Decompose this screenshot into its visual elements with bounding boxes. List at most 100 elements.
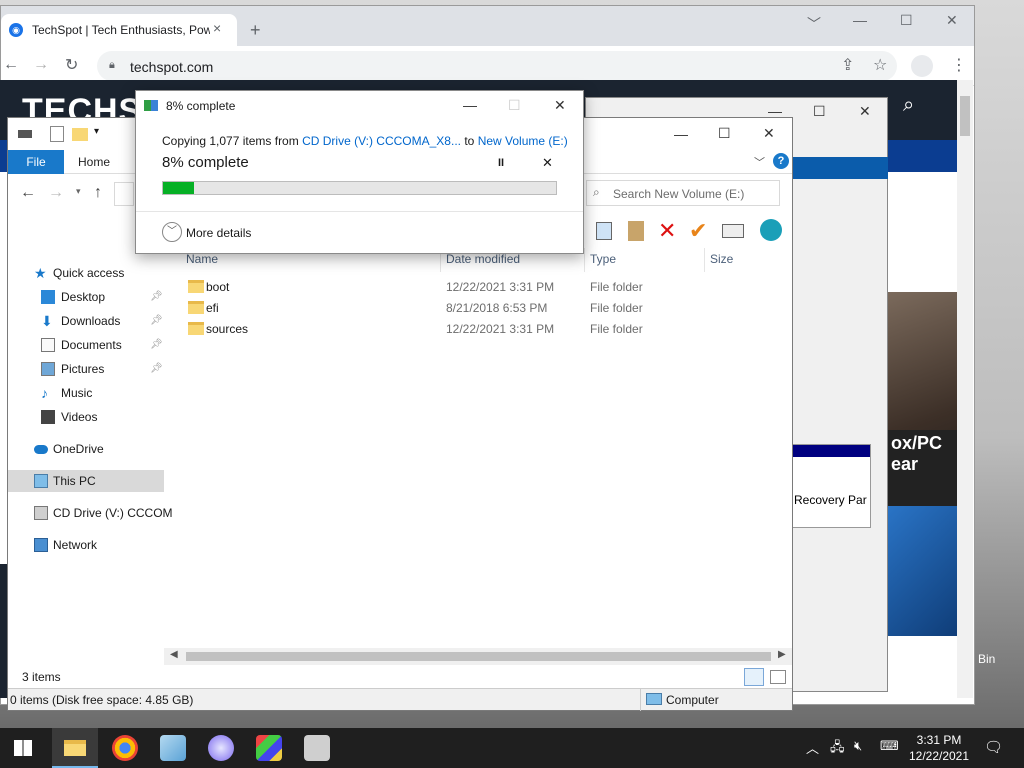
tab-search-icon[interactable]: ﹀ (807, 14, 821, 34)
source-link[interactable]: CD Drive (V:) CCCOMA_X8... (302, 134, 461, 148)
nav-cd-drive[interactable]: CD Drive (V:) CCCOM (8, 502, 173, 524)
address-bar[interactable]: 🔒︎ techspot.com (97, 51, 897, 81)
stop-button[interactable]: ✕ (542, 155, 553, 171)
mail-icon[interactable] (722, 224, 744, 238)
search-input[interactable]: ⌕ Search New Volume (E:) (586, 180, 780, 206)
column-header-date[interactable]: Date modified (446, 252, 520, 266)
start-icon[interactable] (14, 740, 32, 756)
nav-this-pc[interactable]: This PC (8, 470, 164, 492)
table-row[interactable]: boot 12/22/2021 3:31 PM File folder (184, 277, 784, 298)
table-row[interactable]: sources 12/22/2021 3:31 PM File folder (184, 319, 784, 340)
chrome-icon[interactable] (112, 735, 138, 761)
destination-link[interactable]: New Volume (E:) (478, 134, 568, 148)
nav-music[interactable]: ♪ Music (8, 382, 164, 404)
windows-setup-icon[interactable] (256, 735, 282, 761)
browser-tab[interactable]: ◉ TechSpot | Tech Enthusiasts, Pow × (1, 14, 237, 46)
help-icon[interactable]: ? (773, 153, 789, 169)
quick-access-dropdown-icon[interactable]: ▾ (94, 126, 99, 137)
show-hidden-icons-icon[interactable]: ︿ (806, 738, 819, 757)
pin-icon[interactable]: 📌︎ (150, 334, 163, 356)
settings-icon[interactable] (208, 735, 234, 761)
chevron-down-icon[interactable]: ﹀ (162, 222, 182, 242)
bg-maximize-button[interactable]: ☐ (813, 103, 826, 120)
nav-desktop[interactable]: Desktop 📌︎ (8, 286, 164, 308)
explorer-back-icon[interactable]: ← (20, 184, 36, 202)
volume-muted-icon[interactable]: 🔇︎ (854, 738, 862, 754)
page-scrollbar-thumb[interactable] (960, 96, 970, 136)
tab-file[interactable]: File (8, 150, 64, 174)
profile-avatar-icon[interactable] (911, 55, 933, 77)
recovery-partition-box[interactable]: Recovery Par (791, 444, 871, 528)
up-icon[interactable]: ↑ (94, 184, 102, 202)
pause-button[interactable]: II (498, 157, 504, 169)
page-scrollbar[interactable] (957, 80, 973, 698)
drive-icon (18, 130, 32, 138)
new-tab-button[interactable]: + (250, 20, 261, 41)
reload-icon[interactable]: ↻ (65, 55, 78, 75)
explorer-close-button[interactable]: ✕ (763, 125, 775, 142)
nav-onedrive[interactable]: OneDrive (8, 438, 164, 460)
pin-icon[interactable]: 📌︎ (150, 286, 163, 308)
tab-home[interactable]: Home (78, 155, 110, 169)
nav-documents[interactable]: Documents 📌︎ (8, 334, 164, 356)
menu-kebab-icon[interactable]: ⋮ (951, 55, 967, 75)
article-image-2[interactable] (888, 506, 957, 636)
delete-icon[interactable]: ✕ (658, 218, 676, 244)
explorer-maximize-button[interactable]: ☐ (718, 125, 731, 142)
ribbon-expand-icon[interactable]: ﹀ (754, 154, 765, 170)
close-button[interactable]: ✕ (946, 12, 958, 29)
bookmark-star-icon[interactable]: ☆ (873, 55, 887, 75)
keyboard-icon[interactable]: ⌨︎ (880, 738, 899, 754)
drive-app-icon[interactable] (304, 735, 330, 761)
column-divider[interactable] (584, 248, 585, 272)
maximize-button[interactable]: ☐ (900, 12, 913, 29)
notifications-icon[interactable]: 🗨︎ (984, 738, 1003, 756)
recent-locations-icon[interactable]: ▾ (76, 186, 81, 197)
bg-close-button[interactable]: ✕ (859, 103, 871, 120)
more-details-button[interactable]: More details (186, 226, 251, 240)
forward-icon[interactable]: → (33, 56, 49, 74)
minimize-button[interactable]: — (853, 12, 867, 28)
dialog-close-button[interactable]: ✕ (554, 97, 566, 114)
nav-network[interactable]: Network (8, 534, 164, 556)
site-search-icon[interactable]: ⌕ (903, 94, 914, 117)
nav-pictures[interactable]: Pictures 📌︎ (8, 358, 164, 380)
nav-quick-access[interactable]: ★ Quick access (8, 262, 164, 284)
globe-icon[interactable] (760, 219, 782, 241)
tab-close-icon[interactable]: × (213, 20, 221, 36)
table-row[interactable]: efi 8/21/2018 6:53 PM File folder (184, 298, 784, 319)
new-folder-icon[interactable] (72, 128, 88, 141)
properties-icon[interactable] (50, 126, 64, 142)
explorer-minimize-button[interactable]: — (674, 126, 688, 142)
nav-downloads[interactable]: ⬇ Downloads 📌︎ (8, 310, 164, 332)
system-clock[interactable]: 3:31 PM 12/22/2021 (906, 732, 972, 764)
large-icons-view-icon[interactable] (770, 670, 786, 684)
scroll-left-icon[interactable]: ◀ (170, 649, 178, 660)
column-divider[interactable] (704, 248, 705, 272)
dialog-minimize-button[interactable]: — (463, 97, 477, 113)
column-header-name[interactable]: Name (186, 252, 218, 266)
app-icon[interactable] (160, 735, 186, 761)
copy-icon[interactable] (596, 222, 612, 240)
lock-icon[interactable]: 🔒︎ (109, 59, 115, 72)
horizontal-scrollbar[interactable]: ◀ ▶ (164, 648, 792, 665)
pin-icon[interactable]: 📌︎ (150, 358, 163, 380)
article-headline-2[interactable]: D, who (888, 646, 947, 667)
checkmark-icon[interactable]: ✔ (689, 218, 707, 244)
scroll-right-icon[interactable]: ▶ (778, 649, 786, 660)
taskbar-explorer-button[interactable] (52, 728, 98, 768)
pin-icon[interactable]: 📌︎ (150, 310, 163, 332)
explorer-forward-icon[interactable]: → (48, 184, 64, 202)
address-input[interactable] (114, 182, 134, 206)
column-header-type[interactable]: Type (590, 252, 616, 266)
column-header-size[interactable]: Size (710, 252, 733, 266)
network-tray-icon[interactable]: 🖧︎ (830, 738, 845, 760)
share-icon[interactable]: ⇪ (841, 55, 854, 75)
details-view-icon[interactable] (744, 668, 764, 686)
back-icon[interactable]: ← (3, 56, 19, 74)
paste-icon[interactable] (628, 221, 644, 241)
article-headline[interactable]: ox/PC ear (888, 430, 957, 506)
horizontal-scrollbar-thumb[interactable] (186, 652, 771, 661)
url-text[interactable]: techspot.com (130, 59, 213, 75)
nav-videos[interactable]: Videos (8, 406, 164, 428)
